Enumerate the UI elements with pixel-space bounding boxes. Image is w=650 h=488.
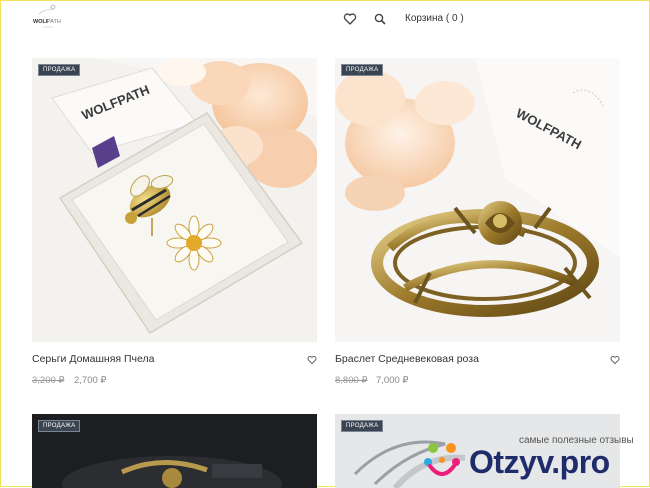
product-image-rose-bracelet[interactable]: WOLFPATH ПРОДАЖА	[335, 58, 620, 342]
old-price: 8,800 ₽	[335, 375, 368, 386]
old-price: 3,200 ₽	[32, 375, 65, 386]
bee-earrings-photo: WOLFPATH	[32, 58, 317, 342]
search-icon[interactable]	[373, 12, 387, 26]
otzyv-logo-icon	[424, 443, 460, 476]
wishlist-heart-icon[interactable]	[307, 355, 317, 365]
svg-text:PATH: PATH	[47, 19, 61, 25]
sale-badge: ПРОДАЖА	[341, 420, 384, 432]
heart-icon[interactable]	[343, 12, 357, 26]
watermark-brand: Otzyv.pro	[469, 444, 610, 480]
rose-bracelet-photo: WOLFPATH	[335, 58, 620, 342]
product-image-3[interactable]: ПРОДАЖА	[32, 414, 317, 488]
wolfpath-logo[interactable]: WOLF PATH	[31, 4, 65, 30]
product-name[interactable]: Браслет Средневековая роза	[335, 353, 479, 365]
sale-badge: ПРОДАЖА	[38, 420, 81, 432]
sale-price: 7,000 ₽	[376, 375, 409, 386]
site-header: WOLF PATH Корзина ( 0 )	[1, 1, 650, 41]
sale-badge: ПРОДАЖА	[38, 64, 81, 76]
sale-price: 2,700 ₽	[74, 375, 107, 386]
wishlist-heart-icon[interactable]	[610, 355, 620, 365]
product-image-bee-earrings[interactable]: WOLFPATH ПРОДАЖА	[32, 58, 317, 342]
otzyv-watermark: самые полезные отзывы Otzyv.pro	[421, 434, 647, 484]
sale-badge: ПРОДАЖА	[341, 64, 384, 76]
cart-link[interactable]: Корзина ( 0 )	[405, 13, 464, 24]
product-name[interactable]: Серьги Домашняя Пчела	[32, 353, 154, 365]
